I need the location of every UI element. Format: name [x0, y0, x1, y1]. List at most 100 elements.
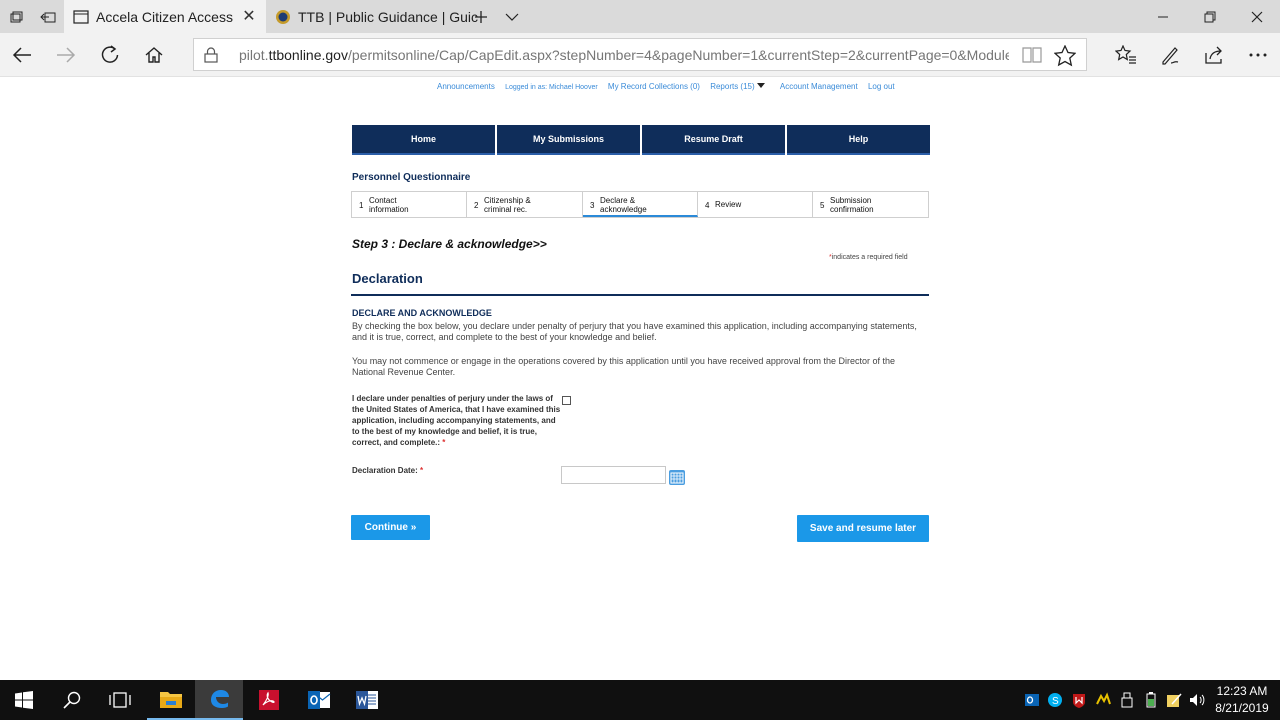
url-text: pilot.ttbonline.gov/permitsonline/Cap/Ca…	[239, 47, 1009, 63]
step-label: Declare & acknowledge	[600, 196, 647, 214]
declaration-checkbox[interactable]	[562, 396, 571, 405]
outlook-icon[interactable]	[295, 680, 343, 720]
step-label: Contact information	[369, 196, 409, 214]
lock-icon	[204, 47, 218, 63]
step-label: Citizenship & criminal rec.	[484, 196, 531, 214]
required-note: *indicates a required field	[829, 254, 908, 261]
account-management-link[interactable]: Account Management	[780, 82, 858, 91]
save-and-resume-later-button[interactable]: Save and resume later	[797, 515, 929, 542]
acrobat-reader-icon[interactable]	[245, 680, 293, 720]
nav-help[interactable]: Help	[787, 125, 930, 155]
approval-paragraph: You may not commence or engage in the op…	[352, 356, 895, 377]
declaration-text: I declare under penalties of perjury und…	[352, 394, 561, 447]
required-asterisk: *	[420, 466, 424, 475]
pen-notes-icon[interactable]	[1150, 37, 1190, 73]
step-number: 4	[705, 201, 710, 210]
file-explorer-icon[interactable]	[147, 680, 195, 720]
close-tab-icon[interactable]: ✕	[240, 7, 258, 25]
forward-icon[interactable]	[46, 37, 86, 73]
minimize-icon[interactable]	[1140, 0, 1186, 33]
tab-title: Accela Citizen Access	[96, 9, 233, 25]
required-note-text: indicates a required field	[831, 254, 908, 261]
set-tabs-aside-icon[interactable]	[32, 0, 64, 33]
nav-my-submissions[interactable]: My Submissions	[497, 125, 640, 155]
address-bar[interactable]: pilot.ttbonline.gov/permitsonline/Cap/Ca…	[193, 38, 1087, 71]
system-clock[interactable]: 12:23 AM 8/21/2019	[1210, 683, 1274, 717]
main-navigation: Home My Submissions Resume Draft Help	[352, 125, 930, 155]
calendar-icon[interactable]	[669, 470, 685, 485]
url-prefix: pilot.	[239, 47, 269, 63]
url-domain: ttbonline.gov	[268, 47, 348, 63]
favorites-hub-icon[interactable]	[1106, 37, 1146, 73]
logged-in-text: Logged in as: Michael Hoover	[505, 84, 598, 91]
battery-icon[interactable]	[1143, 692, 1159, 708]
outlook-tray-icon[interactable]	[1024, 692, 1040, 708]
notes-tray-icon[interactable]	[1166, 692, 1182, 708]
perjury-paragraph: By checking the box below, you declare u…	[352, 321, 917, 342]
close-window-icon[interactable]	[1234, 0, 1280, 33]
svg-text:S: S	[1052, 696, 1059, 707]
word-icon[interactable]	[343, 680, 391, 720]
logout-link[interactable]: Log out	[868, 82, 895, 91]
search-icon[interactable]	[48, 680, 96, 720]
declaration-date-input[interactable]	[561, 466, 666, 484]
step-indicator: 1 Contact information 2 Citizenship & cr…	[351, 191, 929, 218]
nav-resume-draft[interactable]: Resume Draft	[642, 125, 785, 155]
ttb-seal-icon	[276, 10, 290, 24]
step-contact: 1 Contact information	[352, 192, 467, 217]
reading-view-icon[interactable]	[1022, 45, 1042, 65]
tab-manager-icon[interactable]	[0, 0, 32, 33]
back-icon[interactable]	[2, 37, 42, 73]
nav-home[interactable]: Home	[352, 125, 495, 155]
step-citizenship: 2 Citizenship & criminal rec.	[467, 192, 583, 217]
web-page: Announcements Logged in as: Michael Hoov…	[0, 78, 1280, 680]
volume-icon[interactable]	[1189, 692, 1205, 708]
date-label-text: Declaration Date:	[352, 466, 418, 475]
clock-time: 12:23 AM	[1216, 684, 1268, 698]
edge-browser-icon[interactable]	[195, 680, 243, 720]
restore-icon[interactable]	[1187, 0, 1233, 33]
announcements-link[interactable]: Announcements	[437, 82, 495, 91]
share-icon[interactable]	[1194, 37, 1234, 73]
tab-accela[interactable]: Accela Citizen Access ✕	[64, 0, 266, 33]
tab-preview-chevron-icon[interactable]	[496, 0, 528, 33]
task-view-icon[interactable]	[96, 680, 144, 720]
start-windows-icon[interactable]	[0, 680, 48, 720]
step-confirmation: 5 Submission confirmation	[813, 192, 928, 217]
step-review: 4 Review	[698, 192, 813, 217]
section-divider	[351, 294, 929, 296]
continue-button[interactable]: Continue »	[351, 515, 430, 540]
skype-tray-icon[interactable]: S	[1047, 692, 1063, 708]
mcafee-shield-icon[interactable]	[1071, 692, 1087, 708]
tab-ttb[interactable]: TTB | Public Guidance | Guic	[266, 0, 478, 33]
usb-device-icon[interactable]	[1119, 692, 1135, 708]
new-tab-icon[interactable]	[465, 0, 497, 33]
required-asterisk: *	[442, 438, 446, 447]
clock-date: 8/21/2019	[1215, 701, 1269, 715]
top-links: Announcements Logged in as: Michael Hoov…	[437, 82, 903, 91]
tab-title: TTB | Public Guidance | Guic	[298, 9, 479, 25]
antivirus-tray-icon[interactable]	[1095, 692, 1111, 708]
reports-link[interactable]: Reports (15)	[710, 82, 765, 91]
windows-taskbar: S 12:23 AM 8/21/2019	[0, 680, 1280, 720]
step-label: Review	[715, 200, 742, 209]
step-number: 3	[590, 201, 595, 210]
step-declare: 3 Declare & acknowledge	[583, 192, 698, 217]
reports-label: Reports (15)	[710, 82, 755, 91]
more-options-icon[interactable]	[1238, 37, 1278, 73]
home-icon[interactable]	[134, 37, 174, 73]
declaration-title: Declaration	[352, 271, 423, 286]
refresh-icon[interactable]	[90, 37, 130, 73]
step-heading: Step 3 : Declare & acknowledge>>	[352, 237, 547, 251]
declare-acknowledge-heading: DECLARE AND ACKNOWLEDGE	[352, 308, 492, 318]
declaration-date-label: Declaration Date: *	[352, 466, 423, 475]
page-icon	[73, 10, 89, 24]
declaration-checkbox-label: I declare under penalties of perjury und…	[352, 393, 562, 448]
browser-tab-bar: Accela Citizen Access ✕ TTB | Public Gui…	[0, 0, 1280, 33]
step-number: 5	[820, 201, 825, 210]
favorite-star-icon[interactable]	[1054, 45, 1076, 67]
record-collections-link[interactable]: My Record Collections (0)	[608, 82, 700, 91]
step-label: Submission confirmation	[830, 196, 874, 214]
step-number: 2	[474, 201, 479, 210]
dropdown-arrow-icon	[756, 83, 765, 88]
